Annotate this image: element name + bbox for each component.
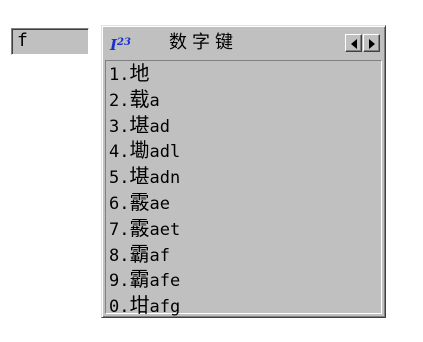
candidate-code: a (149, 90, 160, 111)
candidate-char: 堪 (129, 164, 150, 189)
candidate-code: adl (149, 142, 181, 163)
candidate-item-8[interactable]: 8.霸af (109, 242, 180, 268)
candidate-code: afg (149, 297, 181, 318)
triangle-left-icon (351, 39, 357, 49)
candidate-number: 6. (109, 193, 130, 214)
candidate-code: aet (149, 219, 181, 240)
candidate-item-10[interactable]: 0.坩afg (109, 293, 180, 319)
candidate-char: 霸 (129, 267, 150, 292)
candidate-char: 坩 (129, 293, 150, 318)
candidate-item-4[interactable]: 4.墈adl (109, 138, 180, 164)
candidate-char: 墈 (129, 138, 150, 163)
candidate-code: afe (149, 271, 181, 292)
next-page-button[interactable] (363, 34, 380, 52)
composition-window: f (11, 28, 89, 55)
candidate-number: 7. (109, 219, 130, 240)
candidate-item-6[interactable]: 6.霰ae (109, 190, 180, 216)
candidate-title: 数字键 (169, 32, 238, 53)
composition-text: f (17, 30, 28, 51)
candidate-item-2[interactable]: 2.载a (109, 87, 180, 113)
candidate-number: 8. (109, 245, 130, 266)
candidate-title-bar: I23 数字键 (105, 29, 382, 57)
candidate-item-3[interactable]: 3.堪ad (109, 113, 180, 139)
candidate-list: 1.地 2.载a 3.堪ad 4.墈adl 5.堪adn 6.霰ae 7.霰ae… (109, 61, 180, 319)
candidate-number: 4. (109, 142, 130, 163)
page-nav (344, 34, 380, 52)
candidate-number: 9. (109, 271, 130, 292)
candidate-window: I23 数字键 1.地 2.载a 3.堪ad 4.墈adl 5.堪adn 6.霰… (101, 25, 386, 318)
candidate-number: 3. (109, 116, 130, 137)
candidate-number: 5. (109, 168, 130, 189)
candidate-number: 1. (109, 65, 130, 85)
candidate-code: ae (149, 193, 170, 214)
triangle-right-icon (369, 39, 375, 49)
candidate-code: af (149, 245, 170, 266)
candidate-item-5[interactable]: 5.堪adn (109, 164, 180, 190)
candidate-number: 2. (109, 90, 130, 111)
candidate-char: 霰 (129, 189, 150, 214)
candidate-char: 载 (129, 86, 150, 111)
candidate-char: 霰 (129, 215, 150, 240)
mode-icon-base: I (110, 36, 118, 54)
candidate-item-7[interactable]: 7.霰aet (109, 216, 180, 242)
number-key-mode-icon[interactable]: I23 (110, 34, 136, 54)
candidate-list-area: 1.地 2.载a 3.堪ad 4.墈adl 5.堪adn 6.霰ae 7.霰ae… (105, 60, 382, 317)
prev-page-button[interactable] (345, 34, 362, 52)
candidate-item-1[interactable]: 1.地 (109, 61, 180, 87)
candidate-code: ad (149, 116, 170, 137)
candidate-number: 0. (109, 297, 130, 318)
candidate-char: 地 (129, 61, 150, 85)
candidate-char: 霸 (129, 241, 150, 266)
candidate-code: adn (149, 168, 181, 189)
candidate-char: 堪 (129, 112, 150, 137)
mode-icon-superscript: 23 (117, 37, 131, 48)
candidate-item-9[interactable]: 9.霸afe (109, 267, 180, 293)
